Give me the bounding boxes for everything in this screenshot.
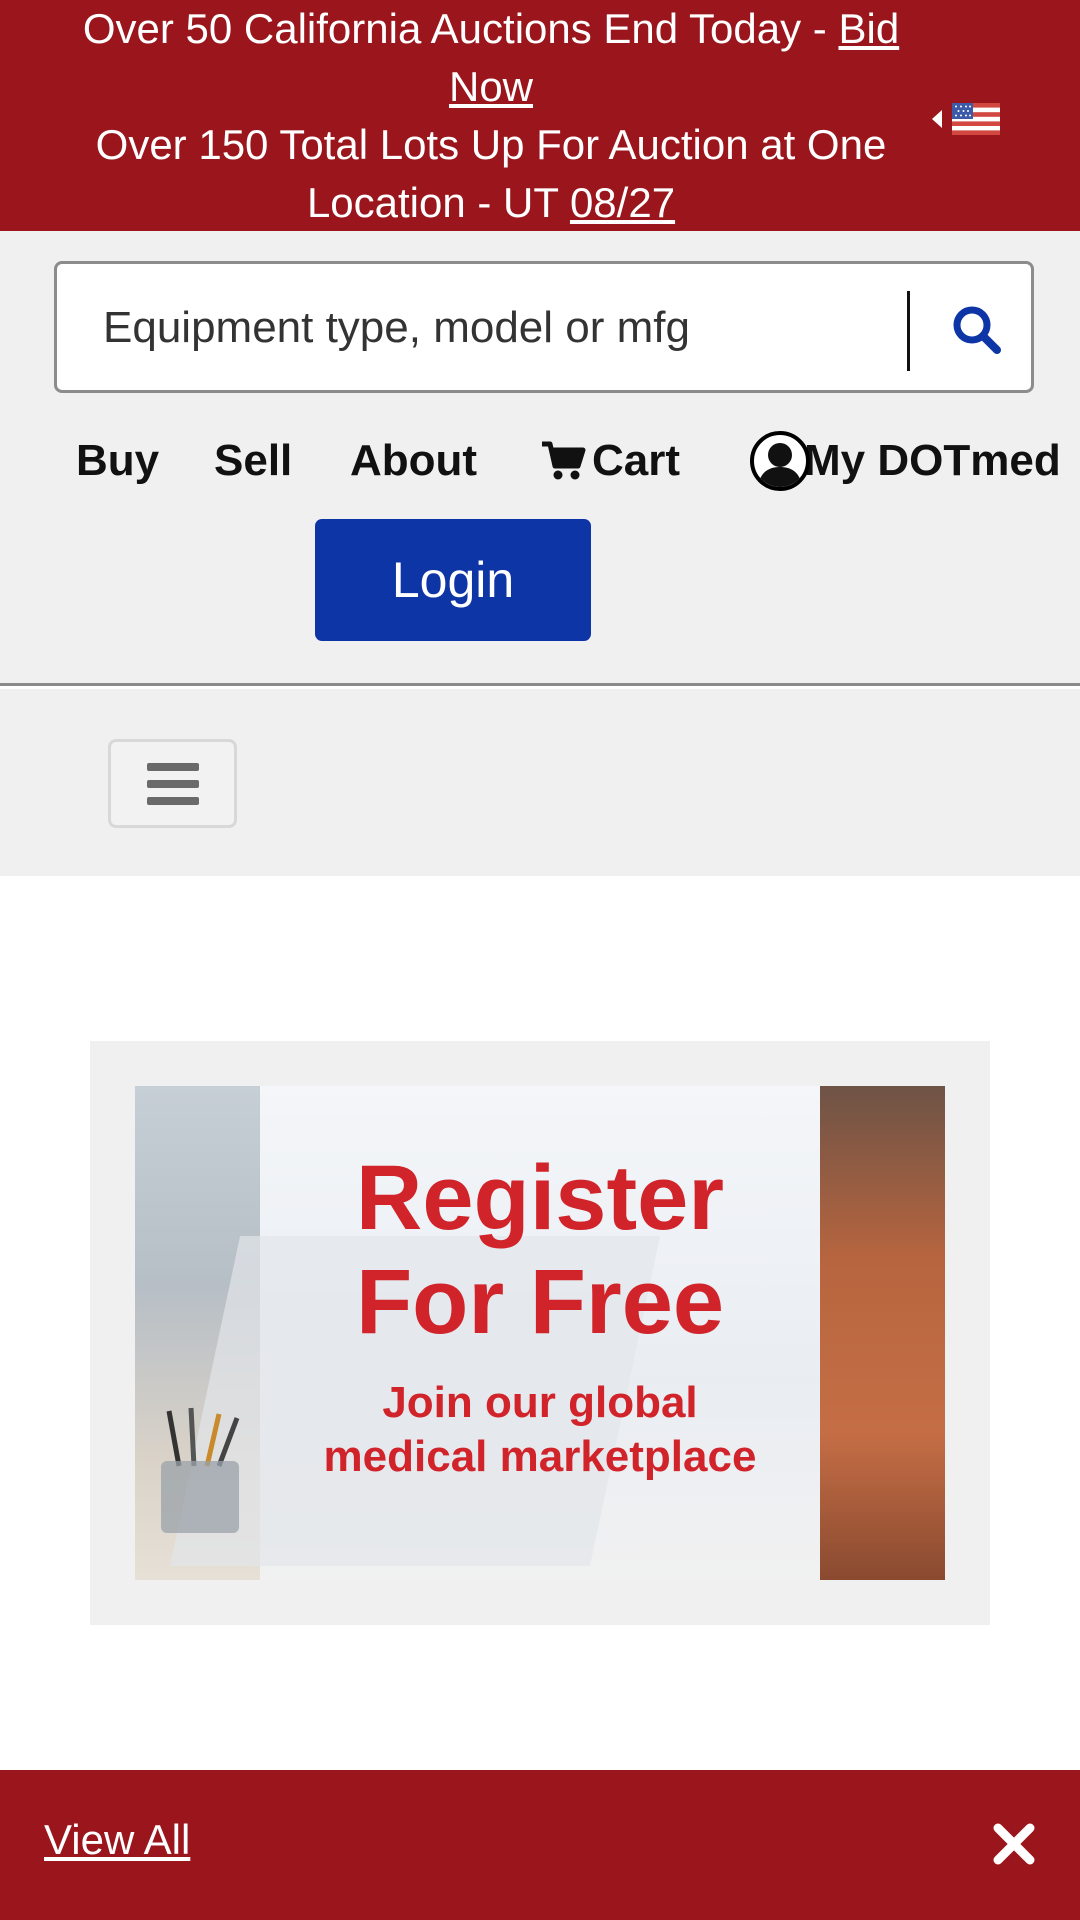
caret-left-icon [932, 110, 942, 128]
site-header: Buy Sell About Cart My DOTmed Login [0, 231, 1080, 686]
login-button[interactable]: Login [315, 519, 591, 641]
ad-subtitle: Join our global medical marketplace [260, 1376, 820, 1484]
nav-my-dotmed-label: My DOTmed [804, 436, 1061, 485]
country-selector[interactable] [932, 100, 1006, 138]
auction-banner: Over 50 California Auctions End Today - … [0, 0, 1080, 231]
sub-nav-bar [0, 689, 1080, 876]
auction-date-link[interactable]: 08/27 [570, 179, 675, 226]
ad-subtitle-line2: medical marketplace [323, 1432, 757, 1481]
hamburger-line [146, 796, 199, 805]
register-ad-banner[interactable]: Register For Free Join our global medica… [135, 1086, 945, 1580]
us-flag-icon [952, 103, 1000, 135]
user-avatar-icon [750, 431, 810, 491]
search-bar [54, 261, 1034, 393]
close-icon [993, 1823, 1035, 1865]
banner-text: Over 50 California Auctions End Today - … [36, 0, 946, 232]
nav-sell[interactable]: Sell [214, 423, 292, 499]
view-all-link[interactable]: View All [44, 1816, 190, 1864]
ad-subtitle-line1: Join our global [382, 1378, 698, 1427]
menu-toggle-button[interactable] [108, 739, 237, 828]
cart-icon [542, 441, 586, 480]
nav-about[interactable]: About [350, 423, 477, 499]
search-input[interactable] [103, 286, 933, 370]
banner-line2-text: Over 150 Total Lots Up For Auction at On… [95, 121, 887, 226]
ad-title-line2: For Free [355, 1251, 725, 1353]
banner-line1-text: Over 50 California Auctions End Today - [82, 5, 839, 52]
ad-title-line1: Register [355, 1147, 725, 1249]
search-divider [907, 291, 910, 371]
main-nav: Buy Sell About Cart My DOTmed [0, 423, 1080, 499]
ad-container: Register For Free Join our global medica… [90, 1041, 990, 1625]
search-icon [953, 306, 1001, 354]
nav-cart[interactable]: Cart [540, 423, 680, 499]
nav-buy[interactable]: Buy [76, 423, 159, 499]
ad-photo-right [820, 1086, 945, 1580]
search-button[interactable] [937, 290, 1017, 370]
pen-cup-icon [161, 1407, 240, 1533]
hamburger-line [146, 779, 199, 788]
close-button[interactable] [990, 1820, 1038, 1868]
nav-cart-label: Cart [592, 436, 681, 485]
ad-title: Register For Free [260, 1146, 820, 1354]
nav-my-dotmed[interactable]: My DOTmed [750, 423, 1061, 499]
hamburger-line [146, 762, 199, 771]
bottom-notification-bar: View All [0, 1770, 1080, 1920]
